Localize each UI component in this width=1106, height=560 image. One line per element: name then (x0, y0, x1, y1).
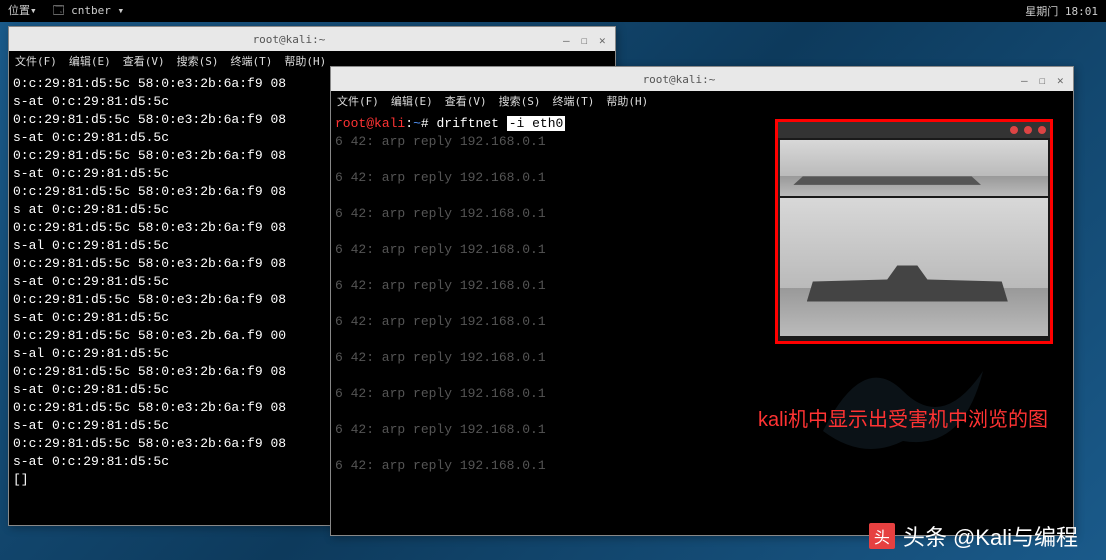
terminal-menubar: 文件(F) 编辑(E) 查看(V) 搜索(S) 终端(T) 帮助(H) (331, 91, 1073, 111)
menu-search[interactable]: 搜索(S) (499, 93, 541, 109)
window-dot-icon[interactable] (1024, 126, 1032, 134)
captured-image-1 (780, 140, 1048, 196)
menu-help[interactable]: 帮助(H) (284, 53, 326, 69)
prompt-at: @ (366, 116, 374, 131)
captured-image-2 (780, 198, 1048, 336)
menu-view[interactable]: 查看(V) (445, 93, 487, 109)
window-dot-icon[interactable] (1038, 126, 1046, 134)
annotation-text: kali机中显示出受害机中浏览的图 (758, 411, 1048, 429)
menu-file[interactable]: 文件(F) (337, 93, 379, 109)
menu-terminal[interactable]: 终端(T) (231, 53, 273, 69)
prompt-host: kali (374, 116, 405, 131)
command-text: driftnet (436, 116, 498, 131)
toutiao-icon: 头 (869, 523, 895, 549)
minimize-icon[interactable]: — (1021, 74, 1031, 84)
prompt-path: ~ (413, 116, 421, 131)
command-args: -i eth0 (507, 116, 566, 131)
menu-edit[interactable]: 编辑(E) (69, 53, 111, 69)
window-dot-icon[interactable] (1010, 126, 1018, 134)
window-titlebar[interactable]: root@kali:~ — ☐ ✕ (9, 27, 615, 51)
window-titlebar[interactable]: root@kali:~ — ☐ ✕ (331, 67, 1073, 91)
image-window-titlebar[interactable] (778, 122, 1050, 138)
prompt-user: root (335, 116, 366, 131)
menu-help[interactable]: 帮助(H) (606, 93, 648, 109)
window-title: root@kali:~ (15, 33, 563, 46)
menu-file[interactable]: 文件(F) (15, 53, 57, 69)
close-icon[interactable]: ✕ (599, 34, 609, 44)
panel-item-places[interactable]: 位置▾ (8, 2, 37, 21)
menu-terminal[interactable]: 终端(T) (553, 93, 595, 109)
menu-edit[interactable]: 编辑(E) (391, 93, 433, 109)
terminal-output[interactable]: root@kali:~# driftnet -i eth0 6 42: arp … (331, 111, 1073, 535)
panel-item-app[interactable]: 🗔 cntber ▾ (53, 2, 125, 21)
terminal-line: 6 42: arp reply 192.168.0.1 (335, 349, 1069, 367)
menu-search[interactable]: 搜索(S) (177, 53, 219, 69)
panel-left-items: 位置▾ 🗔 cntber ▾ (8, 2, 124, 21)
menu-view[interactable]: 查看(V) (123, 53, 165, 69)
terminal-window-2[interactable]: root@kali:~ — ☐ ✕ 文件(F) 编辑(E) 查看(V) 搜索(S… (330, 66, 1074, 536)
panel-clock: 星期门 18:01 (1025, 3, 1098, 19)
driftnet-image-window[interactable] (775, 119, 1053, 344)
desktop-top-panel: 位置▾ 🗔 cntber ▾ 星期门 18:01 (0, 0, 1106, 22)
maximize-icon[interactable]: ☐ (1039, 74, 1049, 84)
close-icon[interactable]: ✕ (1057, 74, 1067, 84)
watermark: 头 头条 @Kali与编程 (869, 520, 1078, 552)
window-title: root@kali:~ (337, 73, 1021, 86)
terminal-line: 6 42: arp reply 192.168.0.1 (335, 457, 1069, 475)
terminal-line: 6 42: arp reply 192.168.0.1 (335, 385, 1069, 403)
maximize-icon[interactable]: ☐ (581, 34, 591, 44)
watermark-text: 头条 @Kali与编程 (903, 520, 1078, 552)
minimize-icon[interactable]: — (563, 34, 573, 44)
